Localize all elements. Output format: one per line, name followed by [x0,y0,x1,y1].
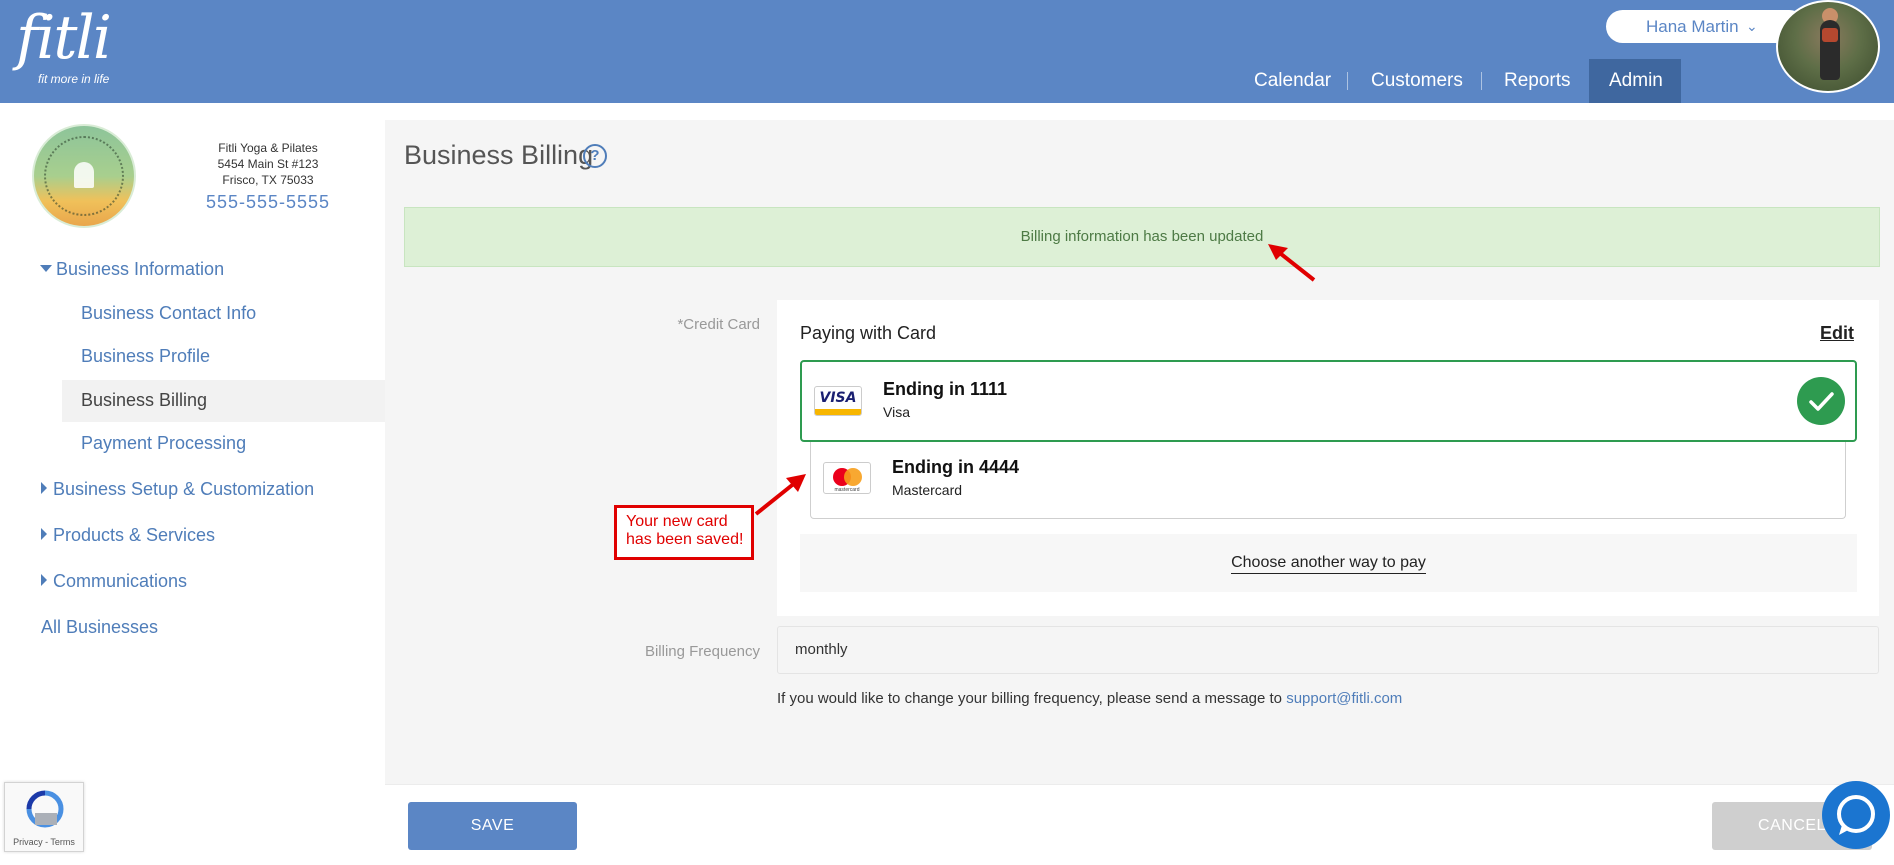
sidebar-item-label: Products & Services [53,525,216,545]
nav-reports[interactable]: Reports [1504,59,1571,103]
sidebar-item-payment-processing[interactable]: Payment Processing [81,433,246,454]
choose-another-label: Choose another way to pay [1231,554,1426,574]
visa-icon: VISA [814,386,862,416]
billing-frequency-label: Billing Frequency [644,643,760,660]
nav-customers[interactable]: Customers [1371,59,1463,103]
credit-card-label: *Credit Card [677,316,760,333]
support-email-link[interactable]: support@fitli.com [1286,690,1402,707]
save-button[interactable]: SAVE [408,802,577,850]
sidebar-item-business-billing[interactable]: Business Billing [81,390,207,411]
sidebar-item-products-services[interactable]: Products & Services [41,525,215,546]
business-name: Fitli Yoga & Pilates [218,141,318,155]
sidebar-item-communications[interactable]: Communications [41,571,187,592]
business-address-line1: 5454 Main St #123 [217,157,319,171]
saved-card-visa[interactable]: VISA Ending in 1111 Visa [800,360,1857,442]
business-phone[interactable]: 555-555-5555 [190,190,346,214]
choose-another-payment-button[interactable]: Choose another way to pay [800,534,1857,592]
nav-divider [1481,72,1482,90]
success-alert: Billing information has been updated [404,207,1880,267]
checkmark-icon [1797,377,1845,425]
logo-wordmark: fitli [16,3,112,73]
recaptcha-icon [26,790,64,828]
card-ending-text: Ending in 4444 [892,457,1020,477]
page-title: Business Billing [404,140,594,170]
card-brand-text: Mastercard [892,482,963,498]
billing-frequency-note: If you would like to change your billing… [777,690,1402,707]
card-brand-text: Visa [883,404,910,420]
sidebar-item-label: Communications [53,571,188,591]
edit-card-link[interactable]: Edit [1820,323,1854,344]
caret-down-icon [40,265,52,272]
fitli-logo[interactable]: fitli fit more in life [16,3,112,86]
business-address-line2: Frisco, TX 75033 [222,173,314,187]
visa-wordmark: VISA [819,390,857,406]
recaptcha-links[interactable]: Privacy - Terms [5,837,83,847]
caret-right-icon [41,528,47,540]
new-card-callout: Your new card has been saved! [614,505,754,560]
footer-divider [385,784,1894,785]
chat-icon[interactable] [1822,781,1890,849]
callout-line1: Your new card [626,513,728,530]
business-contact-card: Fitli Yoga & Pilates 5454 Main St #123 F… [190,140,346,214]
billing-note-text: If you would like to change your billing… [777,690,1287,707]
sidebar-item-business-profile[interactable]: Business Profile [81,346,210,367]
sidebar-item-business-information[interactable]: Business Information [40,259,224,280]
saved-card-mastercard[interactable]: mastercard Ending in 4444 Mastercard [810,442,1846,519]
business-logo [32,124,136,228]
nav-admin[interactable]: Admin [1589,59,1681,103]
sidebar-item-all-businesses[interactable]: All Businesses [41,617,158,638]
sidebar-item-label: Business Setup & Customization [53,479,315,499]
red-arrow-annotation-icon [754,474,806,516]
help-icon[interactable]: ? [583,144,607,168]
billing-frequency-field: monthly [777,626,1879,674]
avatar-figure-top [1822,28,1838,42]
mastercard-orange-circle [844,468,862,486]
chat-bubble-glyph [1837,795,1875,835]
nav-divider [1347,72,1348,90]
chevron-down-icon: ⌄ [1746,18,1758,34]
logo-tagline: fit more in life [38,72,110,86]
visa-stripe [815,409,861,415]
red-arrow-annotation-icon [1268,244,1316,282]
sidebar-item-business-setup[interactable]: Business Setup & Customization [41,479,314,500]
caret-right-icon [41,482,47,494]
paying-with-card-heading: Paying with Card [800,323,937,343]
sidebar-item-label: Business Information [56,259,225,279]
meditation-figure-icon [74,162,94,188]
top-header: fitli fit more in life Hana Martin ⌄ Cal… [0,0,1894,103]
sidebar-item-business-contact-info[interactable]: Business Contact Info [81,303,256,324]
recaptcha-badge[interactable]: Privacy - Terms [4,782,84,852]
mastercard-icon: mastercard [823,462,871,494]
nav-calendar[interactable]: Calendar [1254,59,1331,103]
user-name: Hana Martin [1646,17,1739,36]
avatar[interactable] [1776,0,1880,93]
callout-line2: has been saved! [626,531,744,548]
checkmark-glyph [1809,392,1834,411]
mastercard-wordmark: mastercard [834,487,860,493]
card-ending-text: Ending in 1111 [883,379,1008,399]
caret-right-icon [41,574,47,586]
